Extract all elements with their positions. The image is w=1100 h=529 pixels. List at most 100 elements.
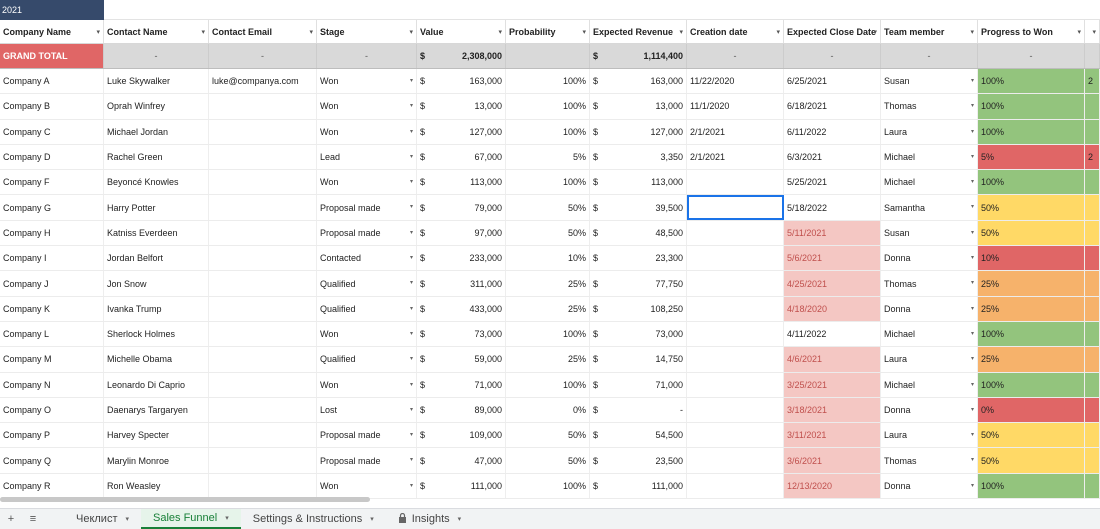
column-header[interactable]: Company Name ▾	[0, 20, 104, 43]
chevron-down-icon[interactable]: ▾	[410, 381, 413, 388]
probability-cell[interactable]: 25%	[506, 296, 590, 321]
team-member-dropdown[interactable]: Donna ▾	[881, 473, 978, 499]
company-name-cell[interactable]: Company J	[0, 271, 104, 296]
chevron-down-icon[interactable]: ▾	[971, 153, 974, 160]
team-member-dropdown[interactable]: Laura ▾	[881, 347, 978, 372]
company-name-cell[interactable]: Company A	[0, 69, 104, 94]
stage-dropdown[interactable]: Qualified ▾	[317, 296, 417, 321]
extra-cell[interactable]	[1085, 347, 1100, 372]
expected-close-date-cell[interactable]: 4/18/2020	[784, 296, 881, 321]
contact-name-cell[interactable]: Katniss Everdeen	[104, 220, 209, 246]
chevron-down-icon[interactable]: ▾	[971, 330, 974, 337]
chevron-down-icon[interactable]: ▾	[410, 229, 413, 236]
expected-revenue-cell[interactable]: $13,000	[590, 94, 687, 119]
stage-dropdown[interactable]: Won ▾	[317, 69, 417, 94]
progress-to-won-cell[interactable]: 100%	[978, 119, 1085, 144]
team-member-dropdown[interactable]: Laura ▾	[881, 119, 978, 144]
expected-revenue-cell[interactable]: $54,500	[590, 423, 687, 448]
team-member-dropdown[interactable]: Donna ▾	[881, 246, 978, 271]
contact-email-cell[interactable]	[209, 119, 317, 144]
creation-date-cell[interactable]	[687, 347, 784, 372]
contact-email-cell[interactable]	[209, 473, 317, 499]
stage-dropdown[interactable]: Proposal made ▾	[317, 195, 417, 220]
progress-to-won-cell[interactable]: 10%	[978, 246, 1085, 271]
company-name-cell[interactable]: Company G	[0, 195, 104, 220]
contact-name-cell[interactable]: Oprah Winfrey	[104, 94, 209, 119]
chevron-down-icon[interactable]: ▾	[971, 381, 974, 388]
probability-cell[interactable]: 50%	[506, 423, 590, 448]
tab-checklist[interactable]: Чеклист ▾	[64, 509, 141, 529]
contact-email-cell[interactable]	[209, 397, 317, 423]
stage-dropdown[interactable]: Contacted ▾	[317, 246, 417, 271]
extra-cell[interactable]	[1085, 246, 1100, 271]
contact-name-cell[interactable]: Daenarys Targaryen	[104, 397, 209, 423]
chevron-down-icon[interactable]: ▾	[971, 431, 974, 438]
probability-cell[interactable]: 25%	[506, 271, 590, 296]
contact-email-cell[interactable]	[209, 144, 317, 170]
contact-name-cell[interactable]: Marylin Monroe	[104, 448, 209, 473]
extra-cell[interactable]	[1085, 448, 1100, 473]
company-name-cell[interactable]: Company I	[0, 246, 104, 271]
progress-to-won-cell[interactable]: 100%	[978, 321, 1085, 347]
extra-cell[interactable]	[1085, 220, 1100, 246]
value-cell[interactable]: $163,000	[417, 69, 506, 94]
stage-dropdown[interactable]: Won ▾	[317, 473, 417, 499]
chevron-down-icon[interactable]: ▾	[410, 305, 413, 312]
probability-cell[interactable]: 5%	[506, 144, 590, 170]
expected-revenue-cell[interactable]: $39,500	[590, 195, 687, 220]
column-header[interactable]: Progress to Won ▾	[978, 20, 1085, 43]
value-cell[interactable]: $97,000	[417, 220, 506, 246]
contact-email-cell[interactable]	[209, 170, 317, 195]
team-member-dropdown[interactable]: Michael ▾	[881, 170, 978, 195]
filter-icon[interactable]: ▾	[309, 28, 313, 38]
company-name-cell[interactable]: Company D	[0, 144, 104, 170]
contact-email-cell[interactable]	[209, 271, 317, 296]
filter-icon[interactable]: ▾	[96, 28, 100, 38]
expected-close-date-cell[interactable]: 5/25/2021	[784, 170, 881, 195]
company-name-cell[interactable]: Company R	[0, 473, 104, 499]
chevron-down-icon[interactable]: ▾	[410, 279, 413, 286]
company-name-cell[interactable]: Company F	[0, 170, 104, 195]
contact-name-cell[interactable]: Beyoncé Knowles	[104, 170, 209, 195]
grand-total-label[interactable]: GRAND TOTAL	[0, 44, 104, 68]
value-cell[interactable]: $79,000	[417, 195, 506, 220]
expected-close-date-cell[interactable]: 6/11/2022	[784, 119, 881, 144]
tab-settings-instructions[interactable]: Settings & Instructions ▾	[241, 509, 386, 529]
company-name-cell[interactable]: Company Q	[0, 448, 104, 473]
expected-close-date-cell[interactable]: 3/25/2021	[784, 372, 881, 397]
contact-name-cell[interactable]: Michael Jordan	[104, 119, 209, 144]
contact-name-cell[interactable]: Ivanka Trump	[104, 296, 209, 321]
creation-date-cell[interactable]	[687, 372, 784, 397]
contact-name-cell[interactable]: Harvey Specter	[104, 423, 209, 448]
extra-cell[interactable]	[1085, 119, 1100, 144]
chevron-down-icon[interactable]: ▾	[971, 229, 974, 236]
stage-dropdown[interactable]: Proposal made ▾	[317, 423, 417, 448]
total-value[interactable]: $2,308,000	[417, 44, 506, 68]
filter-icon[interactable]: ▾	[776, 28, 780, 38]
chevron-down-icon[interactable]: ▾	[410, 153, 413, 160]
probability-cell[interactable]: 50%	[506, 220, 590, 246]
creation-date-cell[interactable]: 2/1/2021	[687, 144, 784, 170]
chevron-down-icon[interactable]: ▾	[410, 178, 413, 185]
expected-close-date-cell[interactable]: 6/18/2021	[784, 94, 881, 119]
expected-close-date-cell[interactable]: 5/18/2022	[784, 195, 881, 220]
team-member-dropdown[interactable]: Michael ▾	[881, 144, 978, 170]
chevron-down-icon[interactable]: ▾	[410, 406, 413, 413]
column-header[interactable]: Probability ▾	[506, 20, 590, 43]
contact-name-cell[interactable]: Harry Potter	[104, 195, 209, 220]
contact-email-cell[interactable]	[209, 94, 317, 119]
chevron-down-icon[interactable]: ▾	[410, 102, 413, 109]
creation-date-cell[interactable]	[687, 220, 784, 246]
creation-date-cell[interactable]	[687, 195, 784, 220]
expected-close-date-cell[interactable]: 4/25/2021	[784, 271, 881, 296]
stage-dropdown[interactable]: Lead ▾	[317, 144, 417, 170]
probability-cell[interactable]: 10%	[506, 246, 590, 271]
column-header[interactable]: Expected Revenue ▾	[590, 20, 687, 43]
creation-date-cell[interactable]	[687, 473, 784, 499]
contact-name-cell[interactable]: Luke Skywalker	[104, 69, 209, 94]
team-member-dropdown[interactable]: Laura ▾	[881, 423, 978, 448]
company-name-cell[interactable]: Company L	[0, 321, 104, 347]
contact-email-cell[interactable]	[209, 423, 317, 448]
creation-date-cell[interactable]	[687, 397, 784, 423]
total-dash[interactable]: -	[104, 44, 209, 68]
